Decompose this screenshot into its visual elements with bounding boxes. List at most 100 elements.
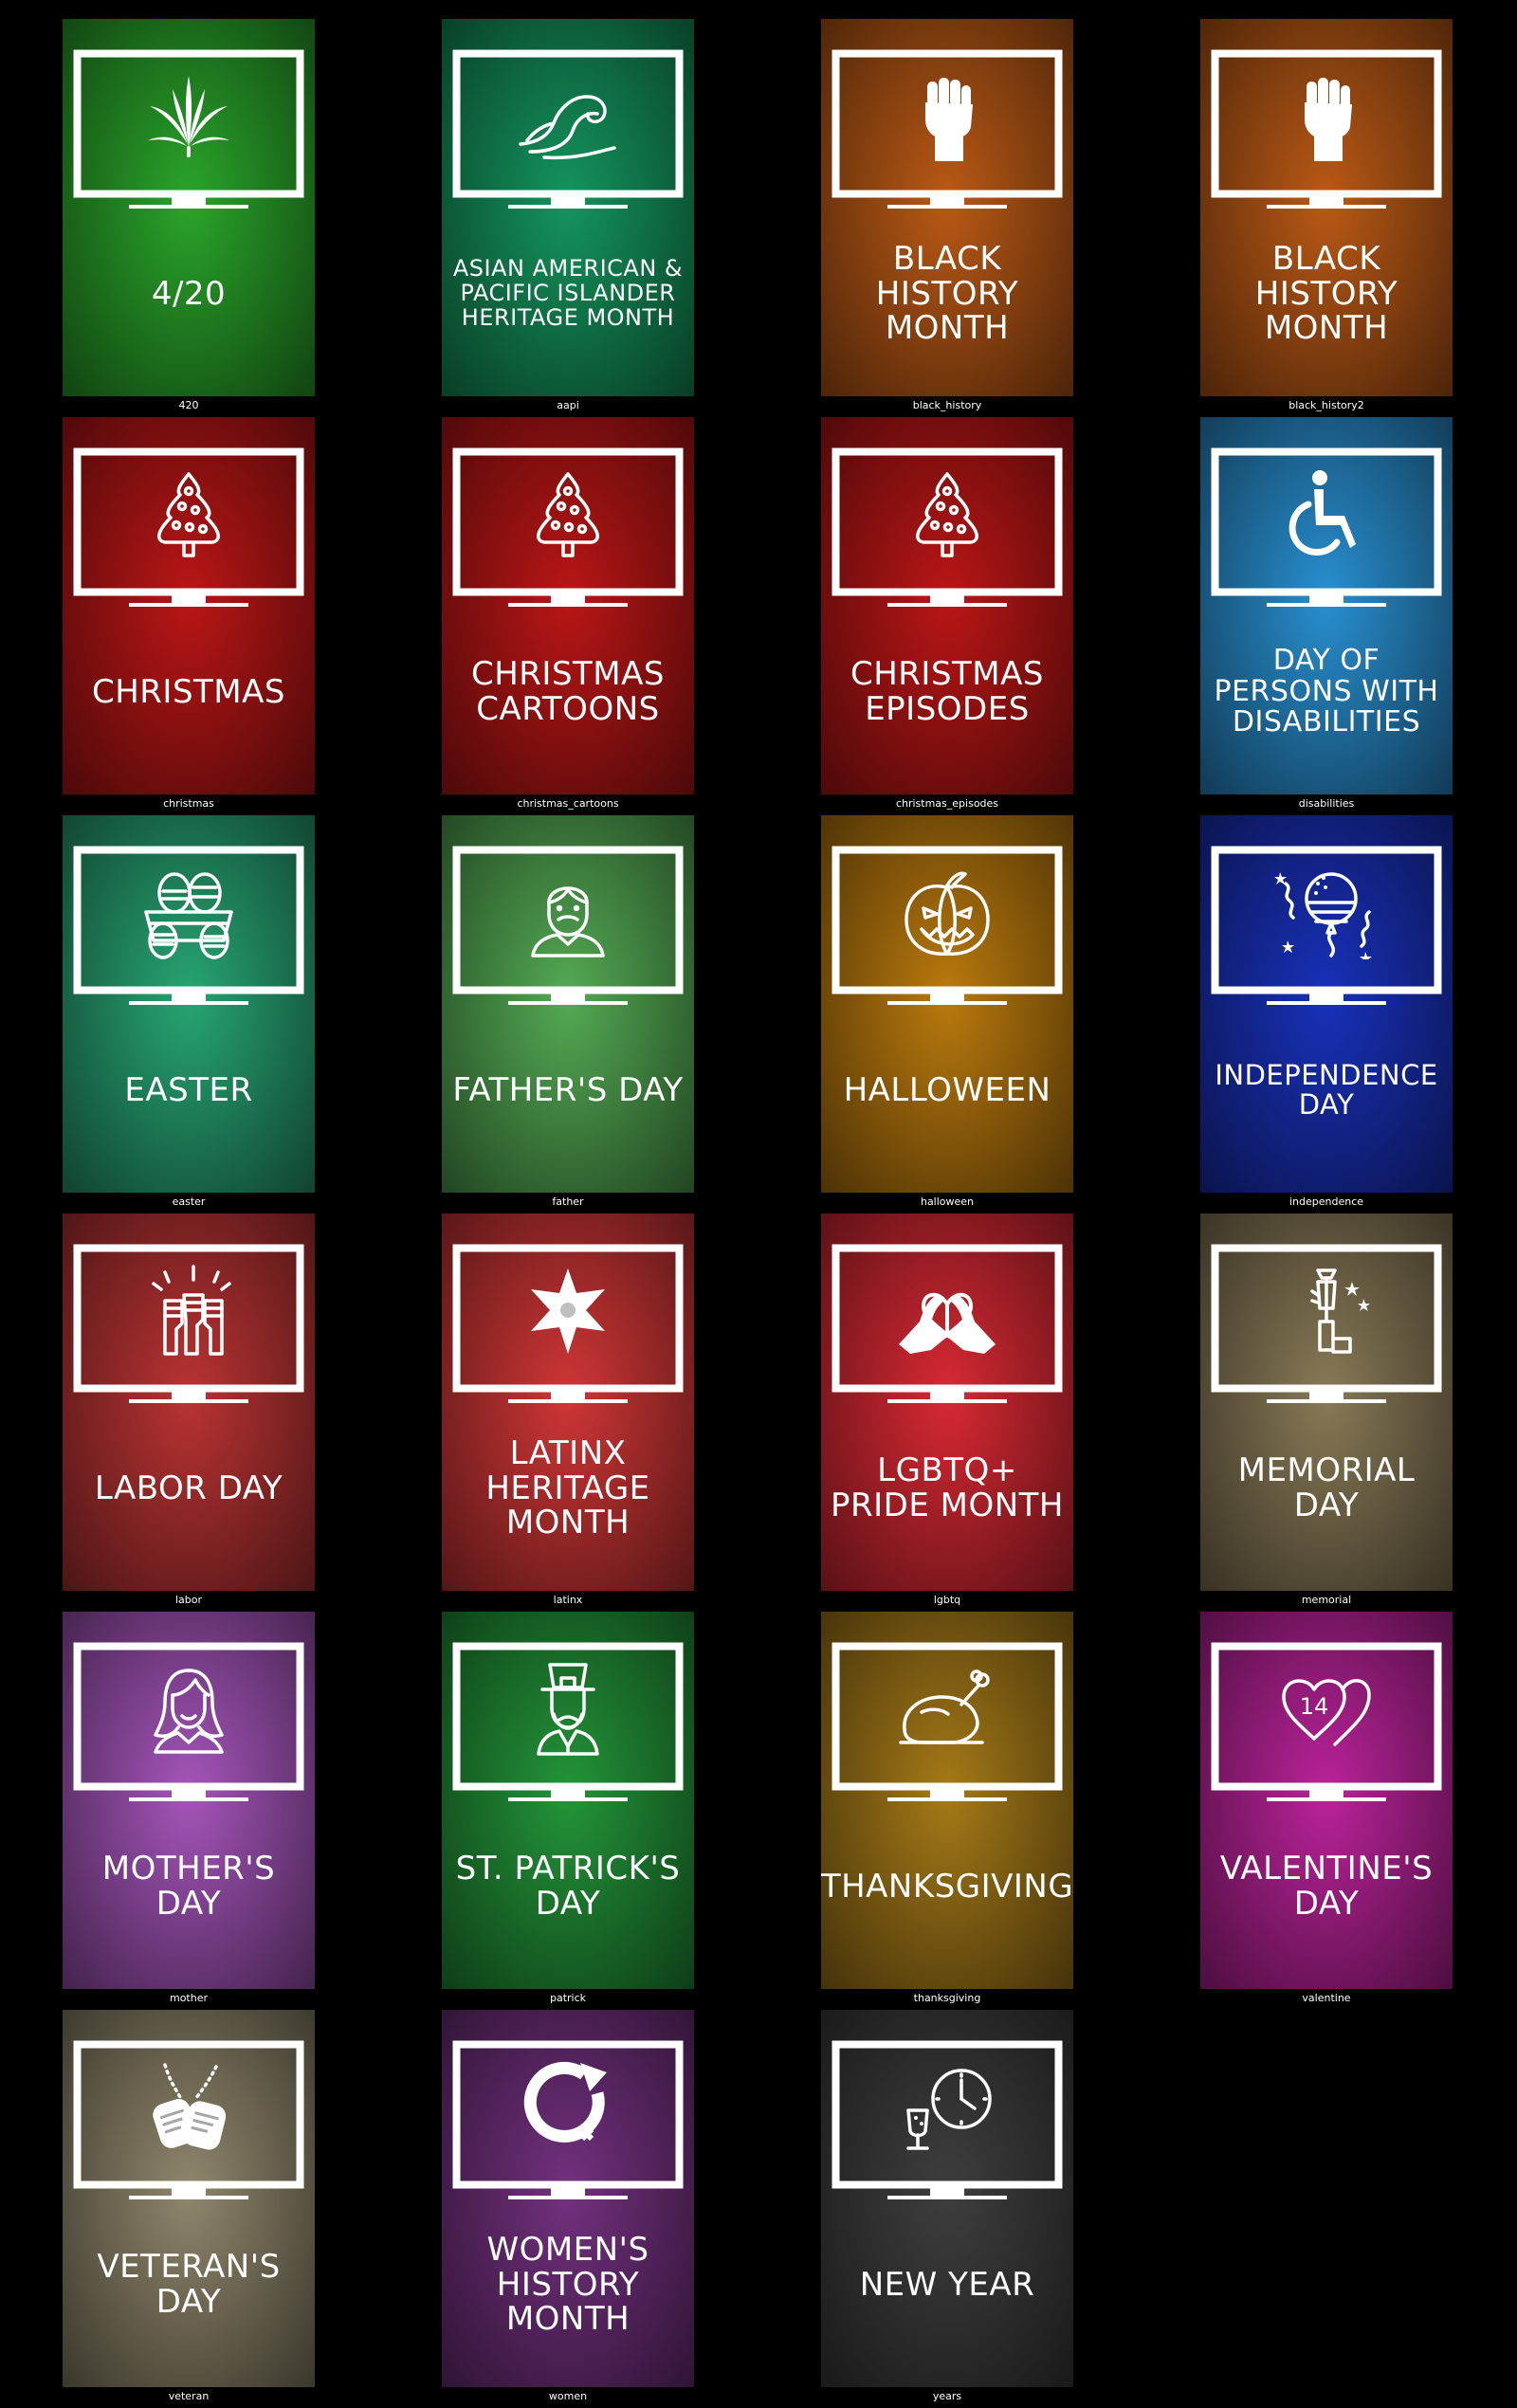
- poster-title: FATHER'S DAY: [452, 1070, 684, 1109]
- poster-card[interactable]: MOTHER'S DAY mother: [63, 1612, 315, 2008]
- poster-title: CHRISTMAS EPISODES: [850, 655, 1044, 728]
- poster-card[interactable]: ASIAN AMERICAN & PACIFIC ISLANDER HERITA…: [442, 19, 694, 415]
- poster-card[interactable]: CHRISTMAS CARTOONS christmas_cartoons: [442, 417, 694, 813]
- poster-caption: aapi: [557, 399, 579, 411]
- cannabis-leaf-icon: [148, 76, 229, 157]
- wheelchair-icon: [1289, 470, 1356, 556]
- poster-image: DAY OF PERSONS WITH DISABILITIES: [1200, 417, 1453, 794]
- poster-card[interactable]: 4/20 420: [63, 19, 315, 415]
- poster-title: VALENTINE'S DAY: [1219, 1850, 1434, 1923]
- poster-title: WOMEN'S HISTORY MONTH: [486, 2230, 649, 2339]
- poster-title: CHRISTMAS CARTOONS: [471, 655, 665, 728]
- poster-image: THANKSGIVING: [821, 1612, 1073, 1989]
- wave-icon: [519, 95, 616, 160]
- poster-title: INDEPENDENCE DAY: [1215, 1058, 1438, 1121]
- poster-title: 4/20: [151, 274, 227, 313]
- poster-card[interactable]: VETERAN'S DAY veteran: [63, 2010, 315, 2406]
- poster-title: HALLOWEEN: [843, 1070, 1051, 1109]
- poster-title: LATINX HERITAGE MONTH: [485, 1433, 650, 1542]
- poster-title: LGBTQ+ PRIDE MONTH: [831, 1451, 1064, 1524]
- mother-icon: [154, 1669, 224, 1754]
- poster-title: BLACK HISTORY MONTH: [1254, 239, 1398, 348]
- poster-caption: mother: [169, 1992, 209, 2004]
- poster-card[interactable]: NEW YEAR years: [821, 2010, 1073, 2406]
- dog-tags-icon: [153, 2063, 227, 2150]
- poster-caption: halloween: [920, 1195, 975, 1208]
- raised-fist-icon: [925, 78, 973, 161]
- poster-card[interactable]: ST. PATRICK'S DAY patrick: [442, 1612, 694, 2008]
- poster-caption: christmas: [163, 797, 214, 810]
- poster-title: BLACK HISTORY MONTH: [875, 239, 1019, 348]
- christmas-tree-icon: [916, 472, 978, 557]
- poster-card[interactable]: 14 VALENTINE'S DAY valentine: [1200, 1612, 1453, 2008]
- poster-card[interactable]: LATINX HERITAGE MONTH latinx: [442, 1213, 694, 1610]
- poster-caption: disabilities: [1298, 797, 1355, 810]
- poster-card[interactable]: MEMORIAL DAY memorial: [1200, 1213, 1453, 1610]
- poster-grid: 4/20 420 ASIAN AMERICAN & PACIFIC ISLANDE…: [0, 0, 1517, 2408]
- poster-title: ST. PATRICK'S DAY: [455, 1850, 681, 1923]
- poster-image: CHRISTMAS CARTOONS: [442, 417, 694, 794]
- poster-image: LATINX HERITAGE MONTH: [442, 1213, 694, 1591]
- poster-caption: patrick: [549, 1992, 587, 2004]
- poster-caption: easter: [172, 1195, 206, 1208]
- poster-title: CHRISTMAS: [92, 672, 285, 711]
- poster-image: CHRISTMAS EPISODES: [821, 417, 1073, 794]
- poster-image: ST. PATRICK'S DAY: [442, 1612, 694, 1989]
- clock-champagne-icon: [906, 2069, 992, 2150]
- poster-caption: women: [548, 2390, 588, 2402]
- poster-caption: thanksgiving: [913, 1992, 981, 2004]
- poster-card[interactable]: HALLOWEEN halloween: [821, 815, 1073, 1212]
- poster-caption: labor: [174, 1594, 203, 1606]
- poster-image: ASIAN AMERICAN & PACIFIC ISLANDER HERITA…: [442, 19, 694, 396]
- poster-title: EASTER: [124, 1070, 253, 1109]
- poster-image: INDEPENDENCE DAY: [1200, 815, 1453, 1193]
- poster-image: CHRISTMAS: [63, 417, 315, 794]
- poster-title: MEMORIAL DAY: [1237, 1451, 1416, 1524]
- poster-image: BLACK HISTORY MONTH: [1200, 19, 1453, 396]
- poster-caption: christmas_cartoons: [517, 797, 619, 810]
- raised-fist-icon: [1305, 78, 1352, 161]
- pinata-star-icon: [531, 1268, 605, 1354]
- poster-card[interactable]: EASTER easter: [63, 815, 315, 1212]
- poster-card[interactable]: WOMEN'S HISTORY MONTH women: [442, 2010, 694, 2406]
- poster-image: BLACK HISTORY MONTH: [821, 19, 1073, 396]
- poster-card[interactable]: CHRISTMAS christmas: [63, 417, 315, 813]
- poster-card[interactable]: DAY OF PERSONS WITH DISABILITIES disabili…: [1200, 417, 1453, 813]
- poster-caption: memorial: [1301, 1594, 1352, 1606]
- poster-image: 14 VALENTINE'S DAY: [1200, 1612, 1453, 1989]
- poster-card[interactable]: BLACK HISTORY MONTH black_history2: [1200, 19, 1453, 415]
- poster-card[interactable]: LABOR DAY labor: [63, 1213, 315, 1610]
- poster-card[interactable]: THANKSGIVING thanksgiving: [821, 1612, 1073, 2008]
- leprechaun-icon: [537, 1663, 599, 1756]
- poster-caption: christmas_episodes: [895, 797, 999, 810]
- poster-title: ASIAN AMERICAN & PACIFIC ISLANDER HERITA…: [452, 255, 684, 331]
- poster-caption: black_history: [912, 399, 982, 411]
- poster-caption: veteran: [168, 2390, 210, 2402]
- christmas-tree-icon: [157, 472, 220, 557]
- poster-card[interactable]: CHRISTMAS EPISODES christmas_episodes: [821, 417, 1073, 813]
- poster-card[interactable]: BLACK HISTORY MONTH black_history: [821, 19, 1073, 415]
- poster-image: 4/20: [63, 19, 315, 396]
- poster-image: LABOR DAY: [63, 1213, 315, 1591]
- poster-title: NEW YEAR: [859, 2265, 1035, 2304]
- heart-hands-icon: [899, 1292, 996, 1354]
- father-icon: [531, 886, 605, 958]
- poster-caption: independence: [1289, 1195, 1364, 1208]
- raised-fists-icon: [152, 1265, 231, 1356]
- poster-title: VETERAN'S DAY: [97, 2248, 281, 2321]
- poster-image: MEMORIAL DAY: [1200, 1213, 1453, 1591]
- poster-caption: father: [552, 1195, 584, 1208]
- poster-caption: black_history2: [1289, 399, 1364, 411]
- poster-title: DAY OF PERSONS WITH DISABILITIES: [1214, 644, 1439, 739]
- poster-caption: latinx: [553, 1594, 583, 1606]
- poster-caption: 420: [178, 399, 199, 411]
- poster-image: MOTHER'S DAY: [63, 1612, 315, 1989]
- poster-card[interactable]: LGBTQ+ PRIDE MONTH lgbtq: [821, 1213, 1073, 1610]
- poster-image: LGBTQ+ PRIDE MONTH: [821, 1213, 1073, 1591]
- roast-turkey-icon: [899, 1669, 990, 1744]
- hearts-14-icon: 14: [1282, 1679, 1371, 1746]
- poster-card[interactable]: INDEPENDENCE DAY independence: [1200, 815, 1453, 1212]
- poster-caption: years: [932, 2390, 962, 2402]
- poster-card[interactable]: FATHER'S DAY father: [442, 815, 694, 1212]
- poster-title: THANKSGIVING: [821, 1867, 1073, 1906]
